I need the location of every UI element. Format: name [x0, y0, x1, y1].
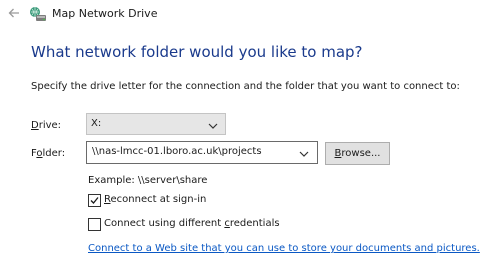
- web-site-link[interactable]: Connect to a Web site that you can use t…: [88, 243, 480, 254]
- credentials-pre: Connect using different: [104, 218, 225, 229]
- reconnect-checkbox[interactable]: [88, 194, 101, 207]
- back-arrow-icon[interactable]: [6, 6, 22, 22]
- reconnect-label[interactable]: Reconnect at sign-in: [104, 194, 206, 205]
- check-icon: [90, 197, 99, 204]
- drive-label-accel: D: [31, 120, 39, 131]
- credentials-rest: redentials: [229, 218, 280, 229]
- folder-label-rest: lder:: [42, 148, 66, 159]
- page-heading: What network folder would you like to ma…: [31, 43, 363, 61]
- chevron-down-icon[interactable]: [206, 118, 220, 132]
- different-credentials-label[interactable]: Connect using different credentials: [104, 218, 280, 229]
- drive-value: X:: [91, 118, 102, 129]
- network-drive-icon: [29, 6, 47, 23]
- browse-rest: rowse...: [341, 148, 381, 159]
- example-text: Example: \\server\share: [88, 175, 208, 186]
- title-bar: Map Network Drive: [0, 0, 480, 30]
- chevron-down-icon[interactable]: [297, 146, 311, 160]
- browse-button[interactable]: Browse...: [325, 142, 390, 165]
- drive-label: Drive:: [31, 120, 61, 131]
- folder-value[interactable]: \\nas-lmcc-01.lboro.ac.uk\projects: [92, 146, 262, 157]
- window-title: Map Network Drive: [52, 7, 158, 20]
- drive-select[interactable]: X:: [86, 113, 226, 135]
- folder-combobox[interactable]: \\nas-lmcc-01.lboro.ac.uk\projects: [86, 141, 318, 164]
- drive-label-rest: rive:: [38, 120, 62, 131]
- instructions-text: Specify the drive letter for the connect…: [31, 81, 460, 92]
- folder-label: Folder:: [31, 148, 65, 159]
- reconnect-rest: econnect at sign-in: [110, 194, 207, 205]
- different-credentials-checkbox[interactable]: [88, 218, 101, 231]
